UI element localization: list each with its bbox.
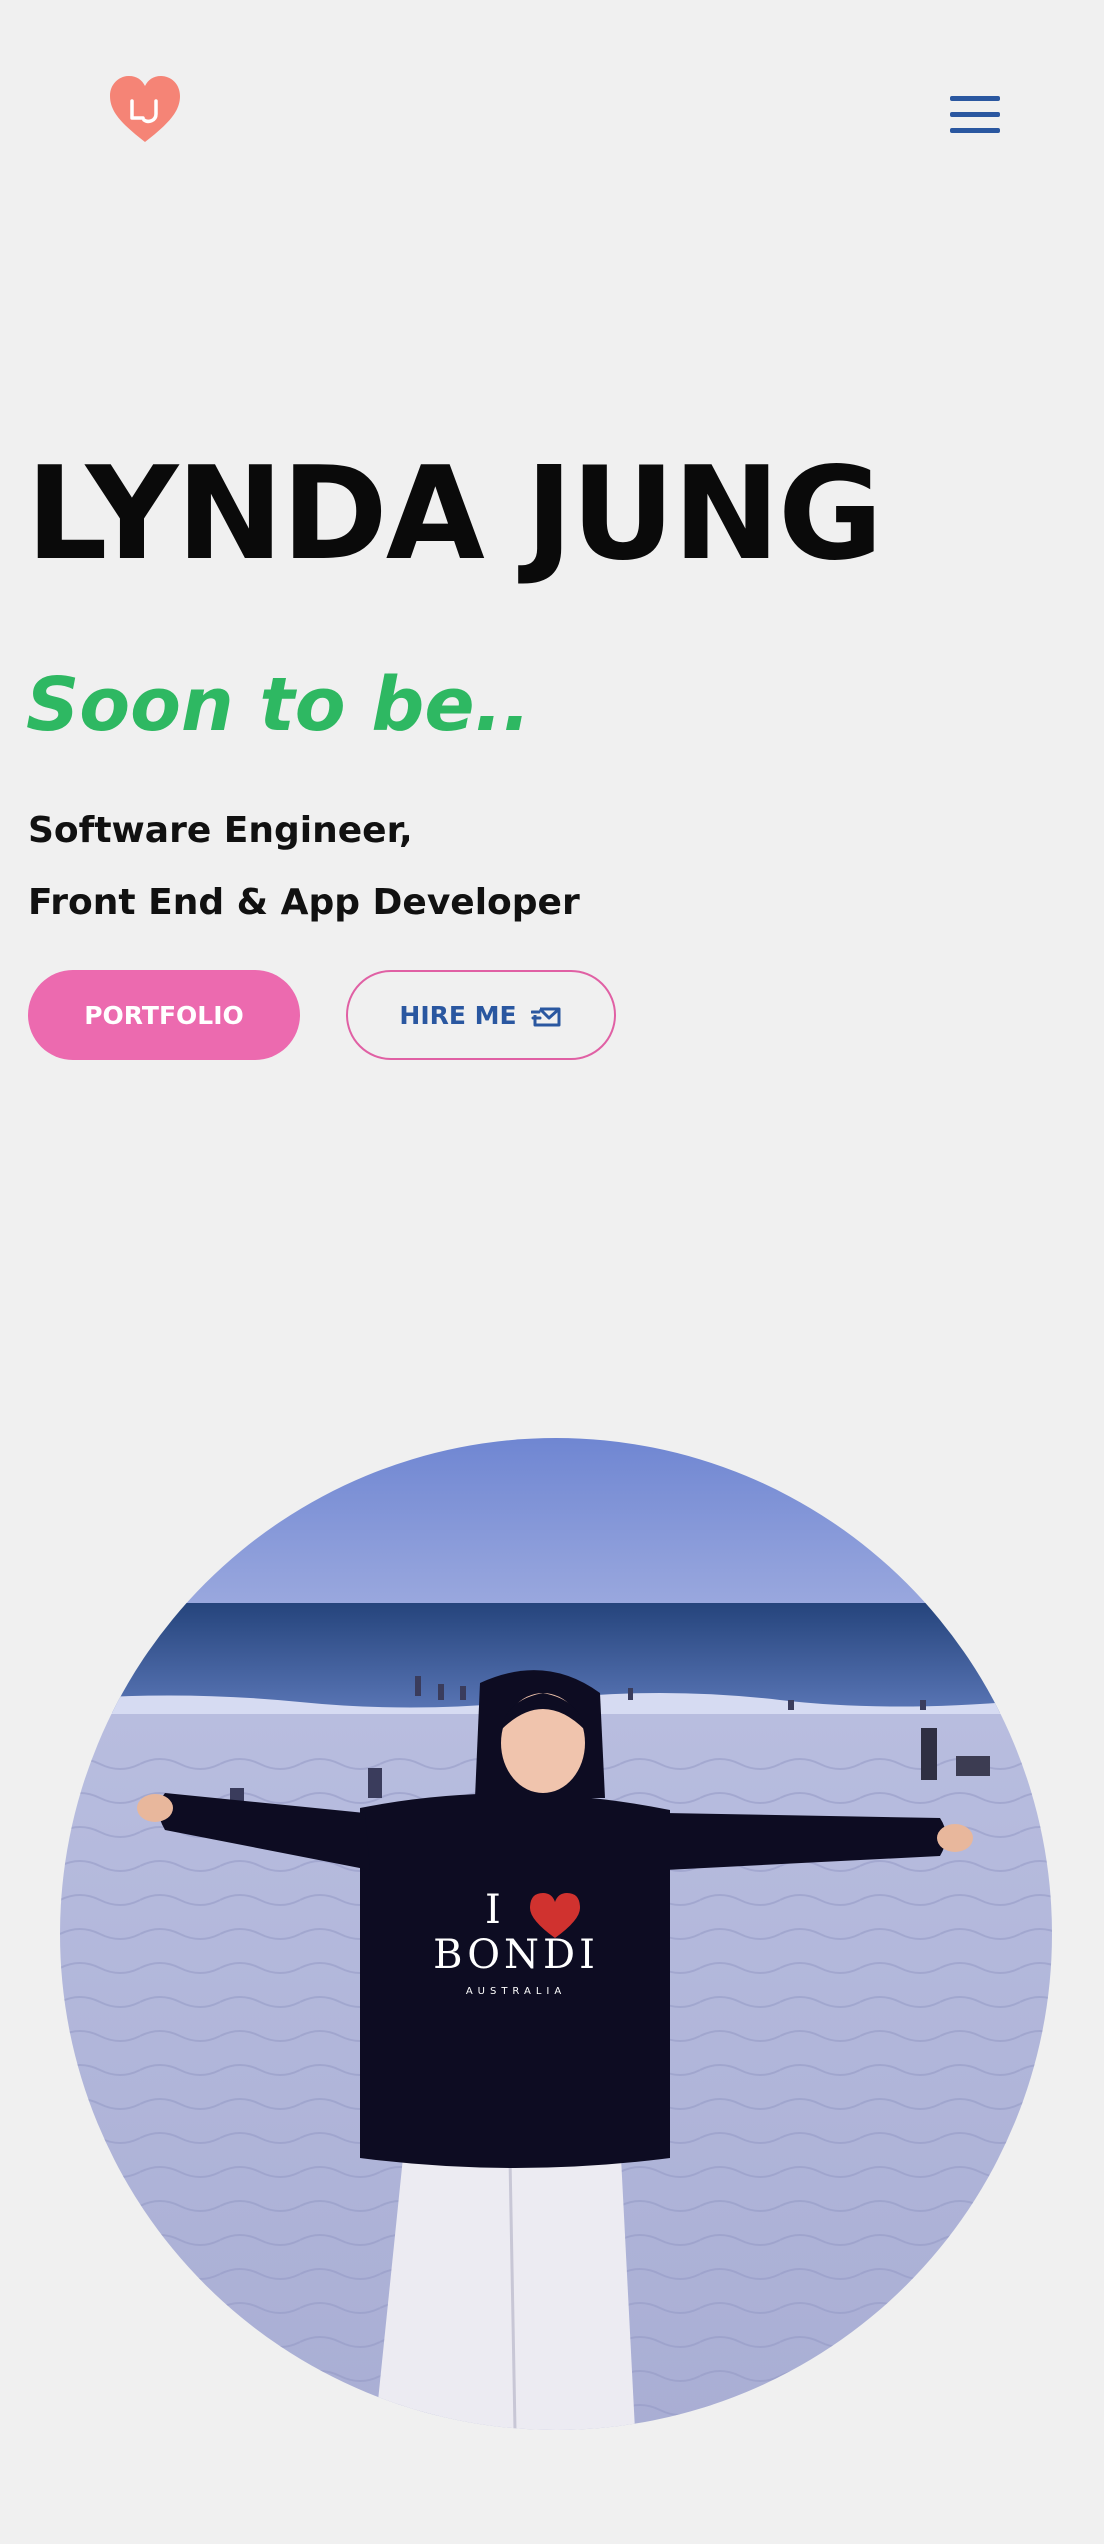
profile-photo: I BONDI AUSTRALIA [60, 1438, 1052, 2430]
portfolio-button-label: PORTFOLIO [84, 1000, 244, 1030]
shirt-print-subtext: AUSTRALIA [466, 1986, 566, 1997]
hamburger-menu-icon[interactable] [950, 94, 1000, 136]
shirt-print-text: BONDI [433, 1932, 599, 1978]
envelope-icon [530, 1002, 563, 1028]
hire-me-button[interactable]: HIRE ME [346, 970, 616, 1060]
svg-text:I: I [485, 1887, 501, 1933]
hero-tagline: Soon to be.. [26, 662, 531, 748]
menu-bar [950, 112, 1000, 117]
hero-name: LYNDA JUNG [26, 440, 883, 589]
site-header [0, 0, 1104, 220]
menu-bar [950, 128, 1000, 133]
role-line-2: Front End & App Developer [28, 882, 580, 923]
menu-bar [950, 96, 1000, 101]
role-line-1: Software Engineer, [28, 810, 413, 851]
heart-logo-icon[interactable] [108, 74, 182, 144]
portfolio-button[interactable]: PORTFOLIO [28, 970, 300, 1060]
hire-me-button-label: HIRE ME [399, 1000, 517, 1030]
